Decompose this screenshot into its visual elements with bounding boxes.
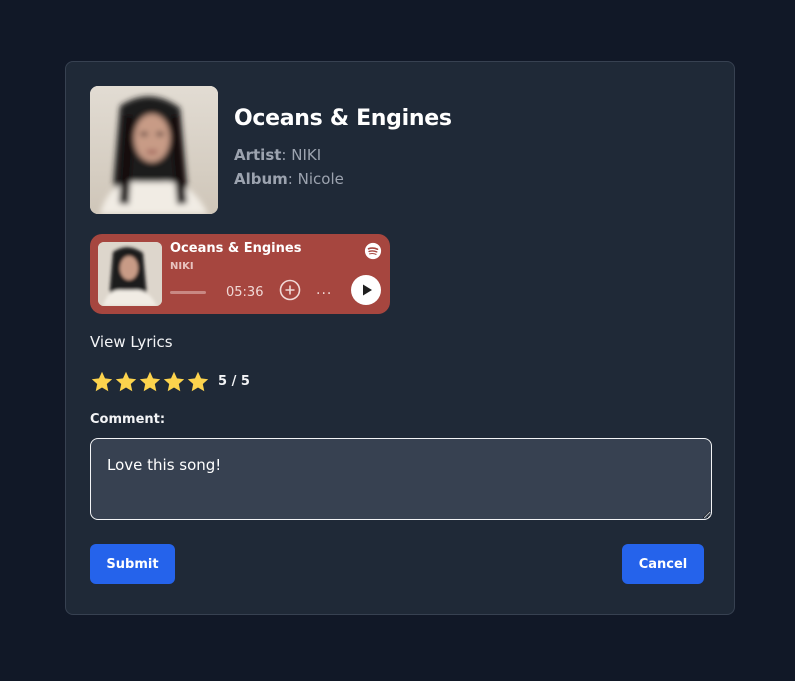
artist-line: Artist: NIKI	[234, 146, 322, 164]
star-icon[interactable]	[186, 370, 210, 394]
comment-label: Comment:	[90, 412, 166, 427]
star-icon[interactable]	[114, 370, 138, 394]
view-lyrics-link[interactable]: View Lyrics	[90, 333, 173, 351]
album-cover	[90, 86, 218, 214]
player-progress-bar[interactable]	[170, 291, 206, 294]
song-title: Oceans & Engines	[234, 106, 452, 131]
star-icon[interactable]	[138, 370, 162, 394]
add-circle-icon[interactable]	[279, 279, 301, 301]
play-icon[interactable]	[351, 275, 381, 305]
spotify-icon[interactable]	[364, 242, 382, 260]
album-label: Album	[234, 170, 288, 188]
album-name: Nicole	[297, 170, 344, 188]
player-duration: 05:36	[226, 285, 264, 300]
submit-button[interactable]: Submit	[90, 544, 175, 584]
player-album-art[interactable]	[98, 242, 162, 306]
artist-name: NIKI	[291, 146, 322, 164]
star-rating[interactable]	[90, 370, 210, 394]
artist-label: Artist	[234, 146, 282, 164]
player-track-title[interactable]: Oceans & Engines	[170, 241, 301, 256]
player-artist-name[interactable]: NIKI	[170, 261, 194, 272]
album-line: Album: Nicole	[234, 170, 344, 188]
star-icon[interactable]	[162, 370, 186, 394]
spotify-embed-player[interactable]: Oceans & Engines NIKI 05:36 ···	[90, 234, 390, 314]
star-icon[interactable]	[90, 370, 114, 394]
song-review-card: Oceans & Engines Artist: NIKI Album: Nic…	[65, 61, 735, 615]
rating-value: 5 / 5	[218, 374, 250, 389]
cancel-button[interactable]: Cancel	[622, 544, 704, 584]
comment-textarea[interactable]: Love this song!	[90, 438, 712, 520]
more-icon[interactable]: ···	[316, 286, 332, 302]
